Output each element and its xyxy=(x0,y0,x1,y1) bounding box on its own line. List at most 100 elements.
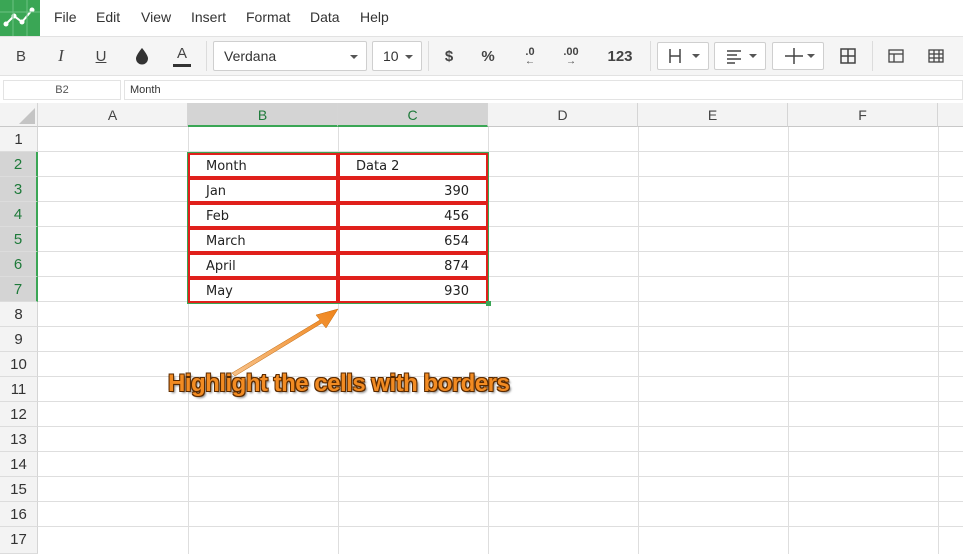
app-logo[interactable] xyxy=(0,0,40,36)
font-color-swatch xyxy=(173,63,191,67)
row-header-3[interactable]: 3 xyxy=(0,177,38,202)
menu-file[interactable]: File xyxy=(54,9,77,25)
vertical-align-dropdown[interactable] xyxy=(772,42,824,70)
percent-format-button[interactable]: % xyxy=(476,43,500,69)
gridline xyxy=(38,526,963,527)
toolbar-divider xyxy=(872,41,873,71)
insert-column-icon xyxy=(928,49,944,63)
menu-data[interactable]: Data xyxy=(310,9,340,25)
font-color-letter: A xyxy=(176,44,187,62)
formula-input[interactable]: Month xyxy=(124,80,963,100)
borders-icon xyxy=(669,49,700,63)
font-family-select[interactable]: Verdana xyxy=(213,41,367,71)
cell-c6[interactable]: 874 xyxy=(338,253,488,278)
column-header-b[interactable]: B xyxy=(188,103,338,127)
gridline xyxy=(38,201,963,202)
italic-button[interactable]: I xyxy=(50,43,72,69)
row-header-11[interactable]: 11 xyxy=(0,377,38,402)
bold-button[interactable]: B xyxy=(10,43,32,69)
currency-format-button[interactable]: $ xyxy=(438,43,460,69)
insert-column-button[interactable] xyxy=(924,43,948,69)
row-header-16[interactable]: 16 xyxy=(0,502,38,527)
cell-b6[interactable]: April xyxy=(188,253,338,278)
gridline xyxy=(38,276,963,277)
gridline xyxy=(38,176,963,177)
row-header-1[interactable]: 1 xyxy=(0,127,38,152)
toolbar-divider xyxy=(650,41,651,71)
gridline xyxy=(38,451,963,452)
gridline xyxy=(38,501,963,502)
spreadsheet-grid[interactable]: A B C D E F 1 2 3 4 5 6 7 8 9 10 11 12 1… xyxy=(0,103,963,554)
column-header-a[interactable]: A xyxy=(38,103,188,127)
menu-insert[interactable]: Insert xyxy=(191,9,226,25)
select-all-corner[interactable] xyxy=(0,103,38,127)
toolbar-divider xyxy=(428,41,429,71)
row-header-17[interactable]: 17 xyxy=(0,527,38,554)
cell-c7[interactable]: 930 xyxy=(338,278,488,303)
column-header-next[interactable] xyxy=(938,103,963,127)
column-header-c[interactable]: C xyxy=(338,103,488,127)
row-header-6[interactable]: 6 xyxy=(0,252,38,277)
chevron-down-icon xyxy=(405,55,413,59)
increase-decimals-button[interactable]: .00 → xyxy=(556,43,586,69)
cell-b3[interactable]: Jan xyxy=(188,178,338,203)
font-family-value: Verdana xyxy=(224,48,277,64)
menu-help[interactable]: Help xyxy=(360,9,389,25)
cell-reference-box[interactable]: B2 xyxy=(3,80,121,100)
gridline xyxy=(38,226,963,227)
borders-dropdown[interactable] xyxy=(657,42,709,70)
row-header-2[interactable]: 2 xyxy=(0,152,38,177)
align-left-icon xyxy=(727,50,757,64)
cell-b4[interactable]: Feb xyxy=(188,203,338,228)
row-header-13[interactable]: 13 xyxy=(0,427,38,452)
fill-color-button[interactable] xyxy=(130,43,154,69)
gridline xyxy=(38,251,963,252)
cell-b5[interactable]: March xyxy=(188,228,338,253)
menu-bar: File Edit View Insert Format Data Help xyxy=(0,0,963,36)
row-header-10[interactable]: 10 xyxy=(0,352,38,377)
formula-bar: B2 Month xyxy=(0,77,963,103)
toolbar-divider xyxy=(206,41,207,71)
fill-handle[interactable] xyxy=(486,301,491,306)
cell-c4[interactable]: 456 xyxy=(338,203,488,228)
underline-button[interactable]: U xyxy=(90,43,112,69)
merge-cells-button[interactable] xyxy=(836,43,860,69)
gridline xyxy=(638,127,639,554)
column-header-e[interactable]: E xyxy=(638,103,788,127)
column-header-f[interactable]: F xyxy=(788,103,938,127)
arrow-right-icon: → xyxy=(566,55,576,67)
cell-b2[interactable]: Month xyxy=(188,153,338,178)
menu-view[interactable]: View xyxy=(141,9,171,25)
insert-row-button[interactable] xyxy=(884,43,908,69)
menu-format[interactable]: Format xyxy=(246,9,290,25)
column-header-d[interactable]: D xyxy=(488,103,638,127)
font-color-button[interactable]: A xyxy=(170,43,194,69)
merge-cells-icon xyxy=(840,48,856,64)
row-header-5[interactable]: 5 xyxy=(0,227,38,252)
menu-edit[interactable]: Edit xyxy=(96,9,120,25)
paint-drop-icon xyxy=(136,48,148,65)
cell-b7[interactable]: May xyxy=(188,278,338,303)
font-size-select[interactable]: 10 xyxy=(372,41,422,71)
horizontal-align-dropdown[interactable] xyxy=(714,42,766,70)
gridline xyxy=(788,127,789,554)
gridline xyxy=(938,127,939,554)
gridline xyxy=(38,476,963,477)
font-size-value: 10 xyxy=(383,48,399,64)
row-header-8[interactable]: 8 xyxy=(0,302,38,327)
align-middle-icon xyxy=(785,48,815,64)
decrease-decimals-button[interactable]: .0 ← xyxy=(516,43,544,69)
row-header-7[interactable]: 7 xyxy=(0,277,38,302)
row-header-15[interactable]: 15 xyxy=(0,477,38,502)
row-header-9[interactable]: 9 xyxy=(0,327,38,352)
chevron-down-icon xyxy=(350,55,358,59)
row-header-12[interactable]: 12 xyxy=(0,402,38,427)
number-format-button[interactable]: 123 xyxy=(604,43,636,69)
arrow-left-icon: ← xyxy=(525,55,535,67)
row-header-4[interactable]: 4 xyxy=(0,202,38,227)
logo-chart-icon xyxy=(0,0,40,36)
cell-c3[interactable]: 390 xyxy=(338,178,488,203)
cell-c2[interactable]: Data 2 xyxy=(338,153,488,178)
cell-c5[interactable]: 654 xyxy=(338,228,488,253)
row-header-14[interactable]: 14 xyxy=(0,452,38,477)
